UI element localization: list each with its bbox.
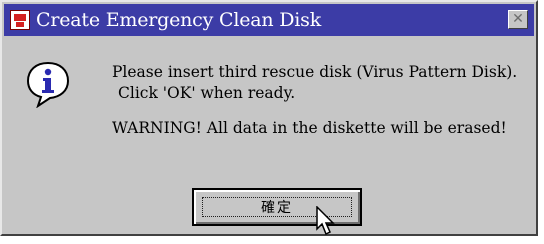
- window-title: Create Emergency Clean Disk: [36, 9, 322, 31]
- emergency-disk-icon: [10, 10, 30, 30]
- message-text: Please insert third rescue disk (Virus P…: [112, 62, 530, 139]
- title-bar[interactable]: Create Emergency Clean Disk ✕: [4, 4, 534, 36]
- message-line-2: Click 'OK' when ready.: [118, 84, 296, 102]
- ok-button-label: 確定: [261, 200, 293, 216]
- mouse-pointer-icon: [316, 206, 335, 236]
- information-icon: [26, 61, 70, 108]
- close-button[interactable]: ✕: [508, 10, 528, 29]
- warning-text: WARNING! All data in the diskette will b…: [112, 119, 507, 137]
- dialog-window: Create Emergency Clean Disk ✕ Please ins…: [0, 0, 538, 236]
- message-line-1: Please insert third rescue disk (Virus P…: [112, 63, 518, 81]
